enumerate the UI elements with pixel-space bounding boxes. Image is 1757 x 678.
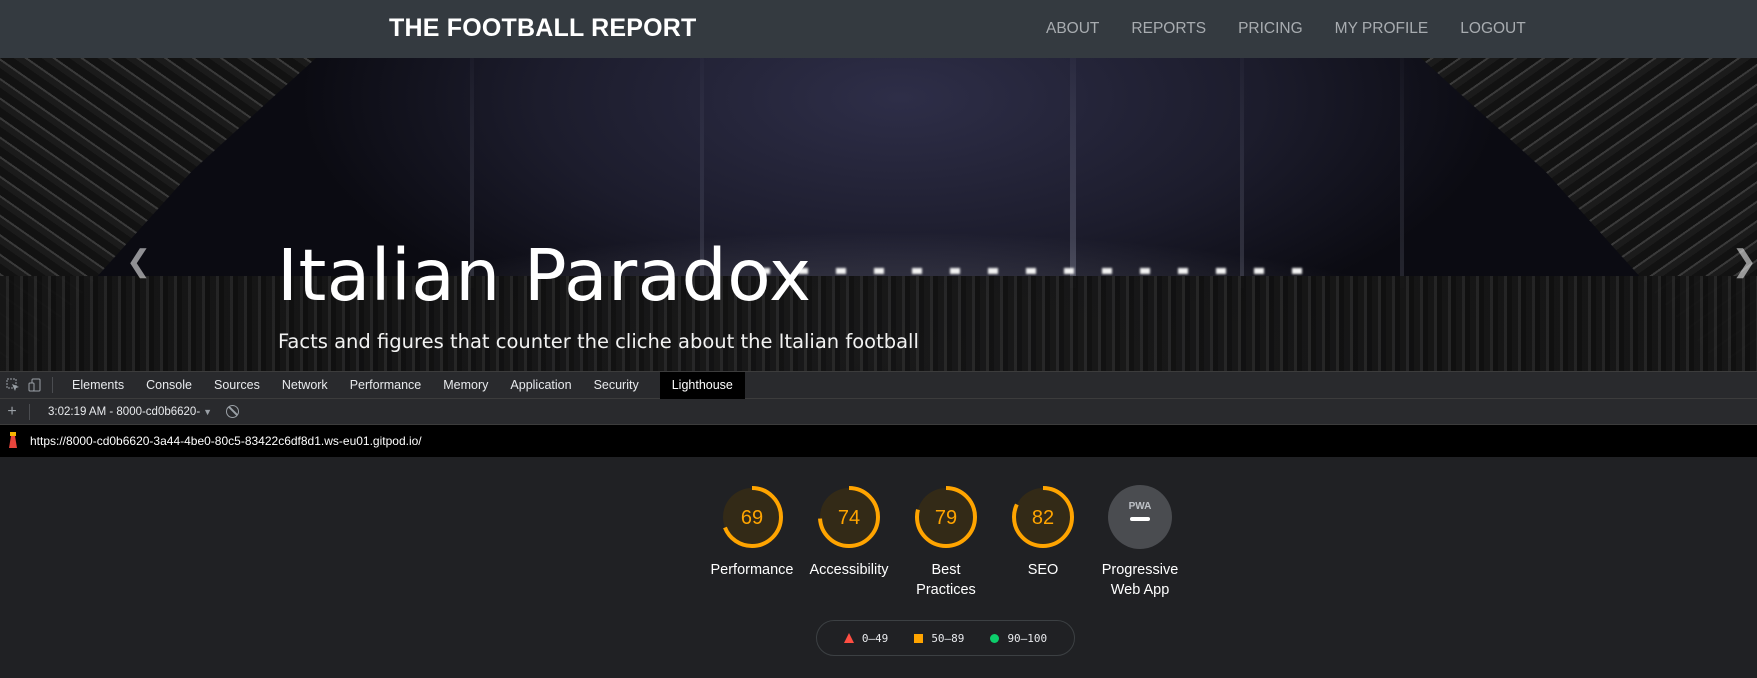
gauge-pwa[interactable]: PWA Progressive Web App (1085, 484, 1195, 600)
gauge-label: Progressive Web App (1101, 562, 1179, 598)
clear-reports-icon[interactable] (226, 405, 240, 418)
nav-reports[interactable]: REPORTS (1131, 20, 1206, 38)
toolbar-divider (29, 403, 30, 420)
nav-my-profile[interactable]: MY PROFILE (1335, 20, 1429, 38)
stadium-image (1240, 58, 1244, 288)
hero-title: Italian Paradox (277, 234, 812, 317)
legend-fail: 0–49 (843, 631, 889, 645)
gauge-seo[interactable]: 82 SEO (988, 484, 1098, 580)
gauge-label: Best Practices (916, 562, 976, 598)
chevron-down-icon: ▼ (203, 406, 213, 417)
triangle-icon (843, 633, 854, 643)
gauge-ring: 69 (721, 486, 783, 548)
lighthouse-scores: 69 Performance 74 Accessibility 79 Best … (0, 457, 1757, 678)
gauge-best-practices[interactable]: 79 Best Practices (891, 484, 1001, 600)
legend-range: 50–89 (931, 631, 965, 645)
nav-pricing[interactable]: PRICING (1238, 20, 1303, 38)
tab-security[interactable]: Security (583, 372, 650, 399)
hero-carousel: ❮ ❯ Italian Paradox Facts and figures th… (0, 58, 1757, 371)
carousel-next-icon[interactable]: ❯ (1732, 244, 1757, 279)
tab-performance[interactable]: Performance (339, 372, 433, 399)
site-brand[interactable]: THE FOOTBALL REPORT (389, 14, 697, 43)
report-select-value: 3:02:19 AM - 8000-cd0b6620- (48, 405, 201, 418)
gauge-ring: 79 (915, 486, 977, 548)
site-nav: ABOUT REPORTS PRICING MY PROFILE LOGOUT (1046, 20, 1558, 38)
lighthouse-url-bar: https://8000-cd0b6620-3a44-4be0-80c5-834… (0, 425, 1757, 457)
gauge-label: Accessibility (809, 562, 889, 578)
tab-sources[interactable]: Sources (203, 372, 271, 399)
new-report-plus-icon[interactable]: + (3, 403, 21, 421)
report-select[interactable]: 3:02:19 AM - 8000-cd0b6620- ▼ (48, 406, 212, 418)
gauge-performance[interactable]: 69 Performance (697, 484, 807, 580)
tab-console[interactable]: Console (135, 372, 203, 399)
circle-icon (990, 633, 1000, 643)
gauge-score: 74 (838, 507, 860, 529)
carousel-prev-icon[interactable]: ❮ (126, 244, 151, 279)
gauge-score: 82 (1032, 507, 1054, 529)
lighthouse-toolbar: + 3:02:19 AM - 8000-cd0b6620- ▼ (0, 399, 1757, 425)
gauge-score: 79 (935, 507, 957, 529)
devtools-tabbar: Elements Console Sources Network Perform… (0, 371, 1757, 399)
audited-url-link[interactable]: https://8000-cd0b6620-3a44-4be0-80c5-834… (30, 434, 422, 448)
lighthouse-logo-icon (6, 432, 20, 450)
hero-subtitle: Facts and figures that counter the clich… (278, 330, 919, 353)
square-icon (914, 633, 924, 643)
gauge-label: Performance (710, 562, 794, 578)
tab-lighthouse[interactable]: Lighthouse (659, 371, 745, 399)
legend-average: 50–89 (914, 632, 964, 645)
gauge-ring: 82 (1012, 486, 1074, 548)
nav-about[interactable]: ABOUT (1046, 20, 1099, 38)
device-toggle-icon[interactable] (26, 376, 44, 394)
stadium-image (1400, 58, 1404, 288)
stadium-image (1070, 58, 1076, 288)
gauge-label: SEO (1027, 562, 1059, 578)
legend-range: 90–100 (1007, 631, 1048, 645)
nav-logout[interactable]: LOGOUT (1460, 20, 1525, 38)
tab-application[interactable]: Application (499, 372, 582, 399)
tab-network[interactable]: Network (271, 372, 339, 399)
toolbar-divider (52, 377, 53, 393)
site-navbar: THE FOOTBALL REPORT ABOUT REPORTS PRICIN… (0, 0, 1757, 58)
legend-range: 0–49 (861, 631, 889, 645)
stadium-image (760, 268, 1320, 274)
legend-pass: 90–100 (990, 632, 1047, 645)
inspect-element-icon[interactable] (4, 376, 22, 394)
score-legend: 0–49 50–89 90–100 (816, 620, 1075, 656)
pwa-badge-icon: PWA (1108, 485, 1172, 549)
stadium-image (0, 276, 1757, 371)
pwa-badge-text: PWA (1129, 501, 1152, 512)
gauge-score: 69 (741, 507, 763, 529)
tab-elements[interactable]: Elements (61, 372, 135, 399)
gauge-ring: 74 (818, 486, 880, 548)
tab-memory[interactable]: Memory (432, 372, 499, 399)
gauge-accessibility[interactable]: 74 Accessibility (794, 484, 904, 580)
